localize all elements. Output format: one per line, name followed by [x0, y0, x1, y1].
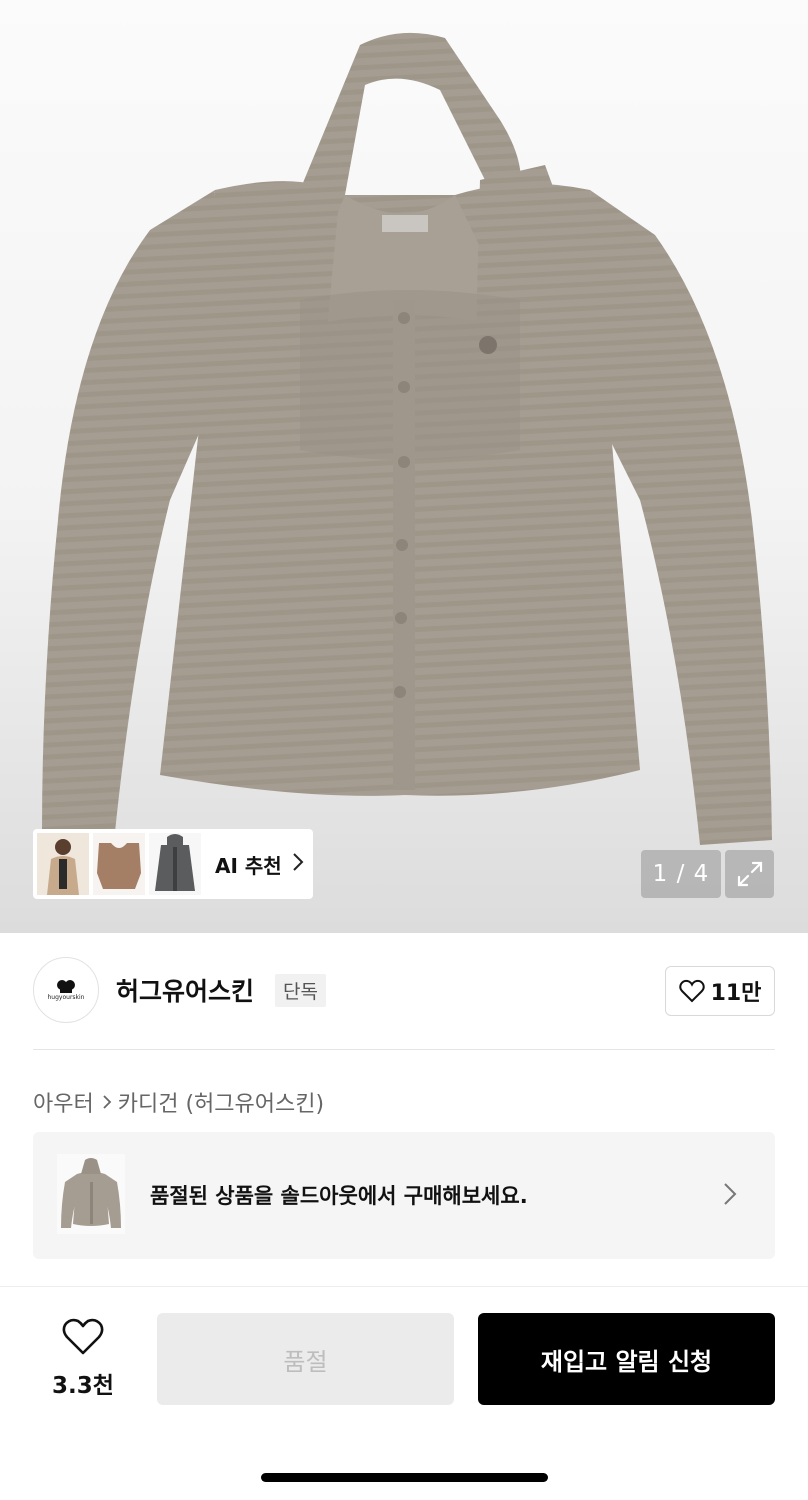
brand-name[interactable]: 허그유어스킨: [116, 972, 254, 1008]
heart-icon: [678, 979, 705, 1003]
ai-thumbnail-1[interactable]: [37, 833, 89, 895]
breadcrumb: 아우터 카디건 (허그유어스킨): [33, 1086, 324, 1118]
breadcrumb-subcategory[interactable]: 카디건 (허그유어스킨): [118, 1086, 324, 1118]
product-photo-cardigan: [42, 32, 772, 845]
chevron-right-icon: [102, 1094, 112, 1110]
chevron-right-icon: [292, 852, 304, 876]
ai-thumbnail-2[interactable]: [93, 833, 145, 895]
chevron-right-icon: [723, 1182, 737, 1210]
soldout-button[interactable]: 품절: [157, 1313, 454, 1405]
brand-like-count: 11만: [710, 981, 762, 1006]
divider: [33, 1049, 775, 1050]
brand-like-button[interactable]: 11만: [665, 966, 775, 1016]
ai-recommendation[interactable]: AI 추천: [33, 829, 313, 899]
ai-thumbnail-3[interactable]: [149, 833, 201, 895]
brand-logo-text: hugyourskin: [47, 994, 85, 1001]
product-image-gallery[interactable]: AI 추천 1 / 4: [0, 0, 808, 933]
wishlist-count: 3.3천: [52, 1373, 114, 1399]
exclusive-badge: 단독: [275, 974, 326, 1007]
brand-logo-mark: [57, 980, 75, 993]
restock-alert-button[interactable]: 재입고 알림 신청: [478, 1313, 775, 1405]
banner-product-thumbnail: [57, 1154, 125, 1234]
divider: [0, 1286, 808, 1287]
heart-icon: [62, 1318, 104, 1355]
breadcrumb-category[interactable]: 아우터: [33, 1086, 94, 1118]
expand-icon[interactable]: [725, 850, 774, 898]
soldout-banner-text: 품절된 상품을 솔드아웃에서 구매해보세요.: [150, 1184, 528, 1208]
ai-recommendation-label[interactable]: AI 추천: [215, 850, 282, 879]
home-indicator: [261, 1473, 548, 1482]
wishlist-button[interactable]: 3.3천: [33, 1318, 133, 1400]
image-counter: 1 / 4: [641, 850, 721, 898]
brand-logo[interactable]: hugyourskin: [33, 957, 99, 1023]
soldout-banner[interactable]: 품절된 상품을 솔드아웃에서 구매해보세요.: [33, 1132, 775, 1259]
